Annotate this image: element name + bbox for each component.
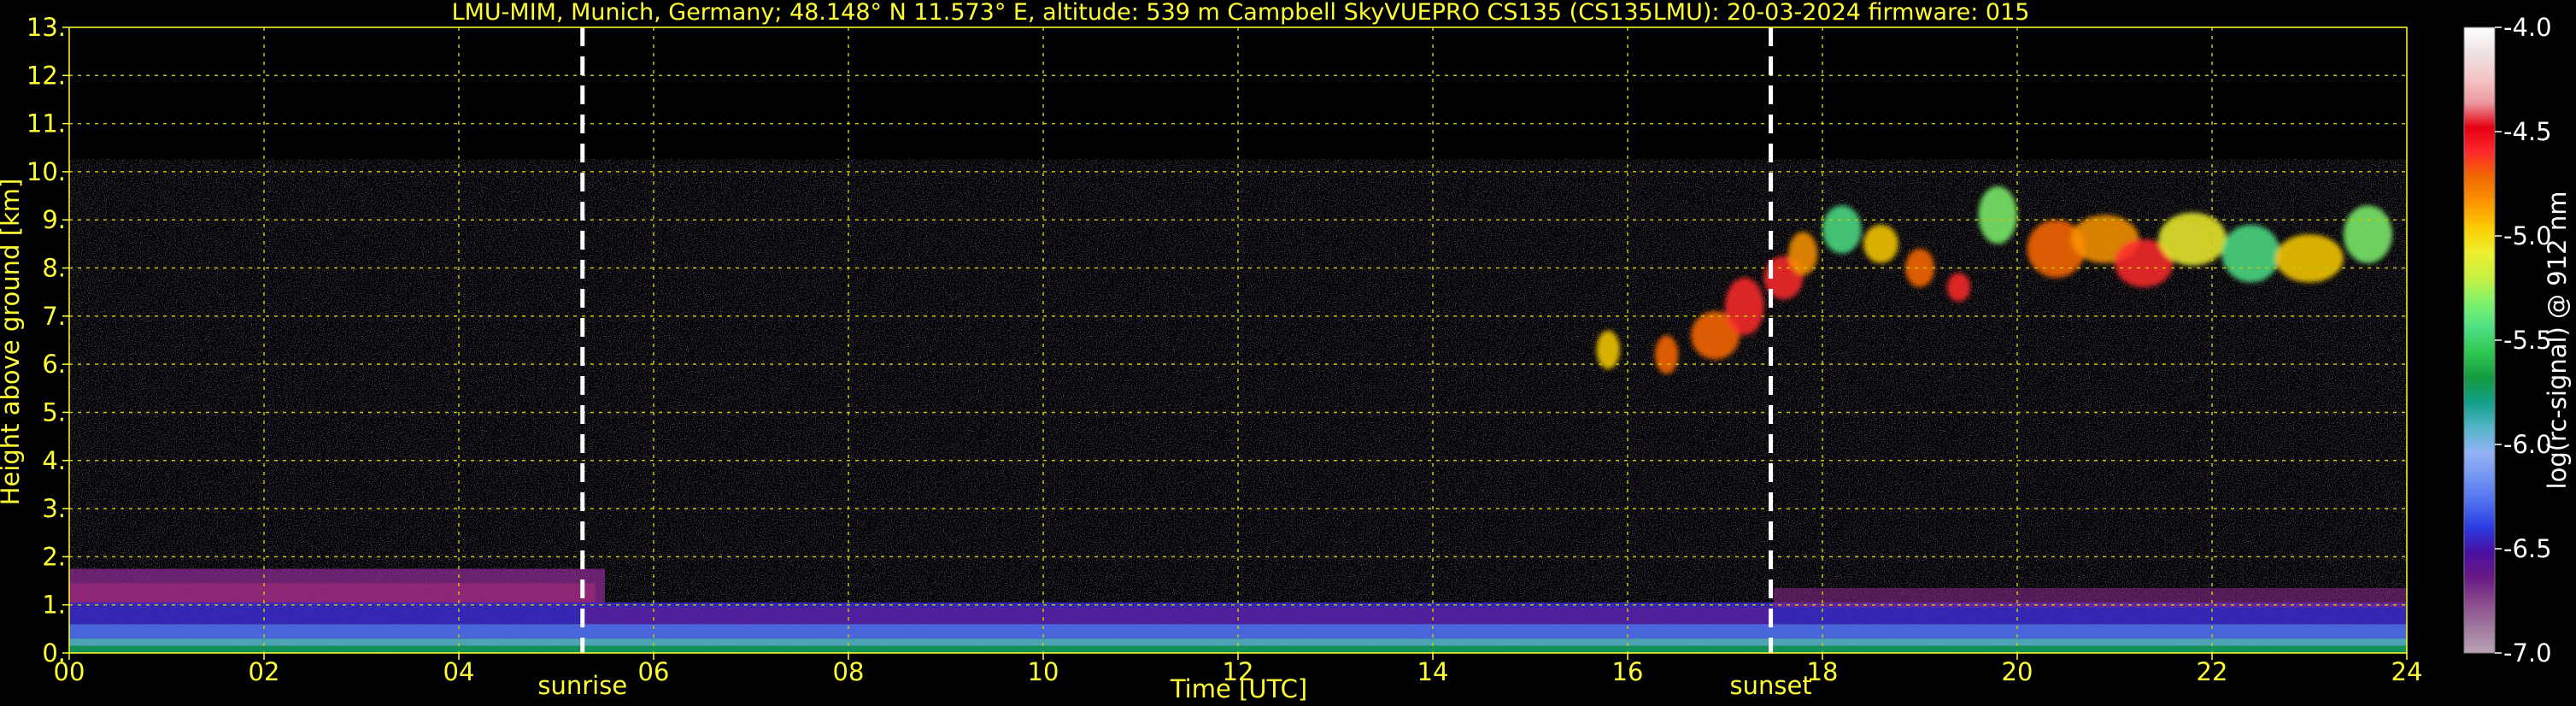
y-tick-label: 13.: [26, 13, 66, 42]
sunset-label: sunset: [1729, 671, 1811, 700]
y-tick-label: 5.: [42, 397, 66, 427]
y-tick-label: 6.: [42, 350, 66, 379]
y-axis: 0. 1. 2. 3. 4. 5. 6. 7. 8. 9. 10. 11. 12. 13.: [26, 13, 69, 668]
x-tick-label: 24: [2391, 657, 2423, 686]
x-axis-label: Time [UTC]: [1170, 674, 1307, 703]
colorbar-label: log(rc-signal) @ 912 nm: [2543, 191, 2572, 490]
cloud-patch: [1978, 185, 2017, 244]
x-tick-label: 08: [833, 657, 865, 686]
x-tick-label: 04: [443, 657, 475, 686]
cloud-patch: [2221, 224, 2280, 283]
y-axis-label: Height above ground [km]: [0, 179, 25, 506]
cloud-patch: [1788, 232, 1818, 275]
cloud-patch: [2158, 212, 2227, 266]
colorbar-tick-label: -7.0: [2503, 638, 2552, 668]
cloud-patch: [1863, 224, 1898, 263]
x-tick-label: 02: [249, 657, 280, 686]
colorbar-tick-label: -4.0: [2503, 13, 2552, 42]
y-tick-label: 0.: [42, 638, 66, 668]
cloud-patch: [1596, 330, 1620, 369]
y-tick-label: 1.: [42, 591, 66, 620]
y-tick-label: 9.: [42, 205, 66, 234]
x-tick-label: 06: [638, 657, 670, 686]
cloud-patch: [1904, 249, 1935, 288]
cloud-patch: [2343, 205, 2392, 263]
y-tick-label: 7.: [42, 302, 66, 331]
cloud-patch: [1822, 205, 1862, 254]
colorbar-gradient: [2463, 26, 2496, 654]
aerosol-band: [1774, 587, 2407, 608]
x-tick-label: 16: [1612, 657, 1644, 686]
cloud-patch: [1725, 277, 1764, 336]
y-tick-label: 12.: [26, 61, 66, 90]
y-tick-label: 11.: [26, 109, 66, 138]
cloud-patch: [1946, 273, 1971, 302]
cloud-patch: [2275, 234, 2344, 283]
x-tick-label: 18: [1807, 657, 1839, 686]
x-tick-label: 20: [2002, 657, 2033, 686]
colorbar-tick-label: -6.5: [2503, 534, 2552, 563]
x-tick-label: 22: [2197, 657, 2228, 686]
aerosol-band: [69, 583, 596, 603]
y-tick-label: 3.: [42, 494, 66, 523]
ceilometer-chart: sunrise sunset 00 02 04 06 08 10 12 14 16 18 20 22 24…: [0, 0, 2572, 703]
y-tick-label: 4.: [42, 446, 66, 475]
colorbar-tick-label: -4.5: [2503, 117, 2552, 146]
cloud-patch: [1654, 335, 1679, 374]
y-tick-label: 10.: [26, 157, 66, 186]
sunrise-label: sunrise: [537, 671, 627, 700]
x-tick-label: 14: [1417, 657, 1449, 686]
y-tick-label: 2.: [42, 542, 66, 571]
chart-title: LMU-MIM, Munich, Germany; 48.148° N 11.5…: [452, 0, 2030, 26]
colorbar: -4.0-4.5-5.0-5.5-6.0-6.5-7.0 log(rc-sign…: [2463, 13, 2572, 668]
y-tick-label: 8.: [42, 254, 66, 283]
x-tick-label: 10: [1028, 657, 1059, 686]
